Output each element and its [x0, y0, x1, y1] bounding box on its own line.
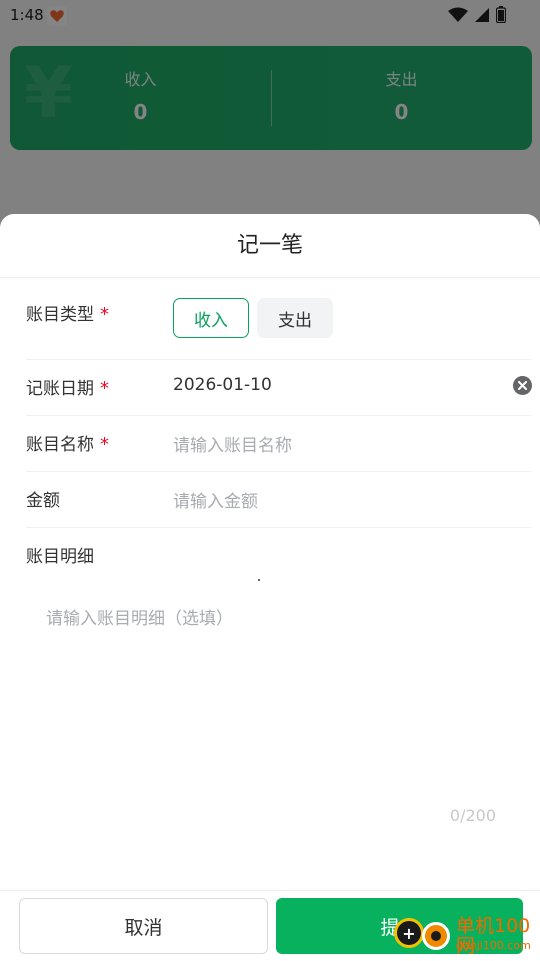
cursor-dot: [258, 579, 260, 581]
type-row: 账目类型 * 收入 支出: [26, 278, 532, 360]
type-option-expense[interactable]: 支出: [257, 298, 333, 338]
required-mark: *: [100, 378, 109, 399]
name-row: 账目名称 * 请输入账目名称: [26, 416, 532, 472]
name-label: 账目名称 *: [26, 430, 109, 455]
sheet-title: 记一笔: [0, 214, 540, 278]
clear-icon[interactable]: [513, 376, 532, 395]
date-label-text: 记账日期: [26, 379, 94, 399]
required-mark: *: [100, 434, 109, 455]
watermark-logo: + 单机100网 danji100.com: [394, 906, 540, 960]
type-label: 账目类型 *: [26, 300, 109, 325]
name-input[interactable]: 请输入账目名称: [173, 431, 292, 456]
detail-textarea[interactable]: 请输入账目明细（选填） 0/200: [26, 584, 514, 834]
detail-row: 账目明细: [26, 528, 532, 583]
amount-input[interactable]: 请输入金额: [173, 487, 258, 512]
watermark-sub: danji100.com: [456, 939, 531, 952]
date-row[interactable]: 记账日期 * 2026-01-10: [26, 360, 532, 416]
type-label-text: 账目类型: [26, 305, 94, 325]
watermark-plus-icon: +: [394, 918, 424, 948]
date-value[interactable]: 2026-01-10: [173, 375, 272, 395]
required-mark: *: [100, 304, 109, 325]
watermark-eye-icon: [422, 922, 450, 950]
add-record-sheet: 记一笔 账目类型 * 收入 支出 记账日期 * 2026-01-10 账目名称 * 请…: [0, 214, 540, 960]
cancel-button[interactable]: 取消: [19, 898, 268, 954]
word-count: 0/200: [449, 806, 496, 825]
detail-label: 账目明细: [26, 547, 94, 567]
amount-row: 金额 请输入金额: [26, 472, 532, 528]
detail-placeholder: 请输入账目明细（选填）: [46, 609, 233, 629]
amount-label: 金额: [26, 491, 60, 511]
date-label: 记账日期 *: [26, 374, 109, 399]
type-option-income[interactable]: 收入: [173, 298, 249, 338]
name-label-text: 账目名称: [26, 435, 94, 455]
